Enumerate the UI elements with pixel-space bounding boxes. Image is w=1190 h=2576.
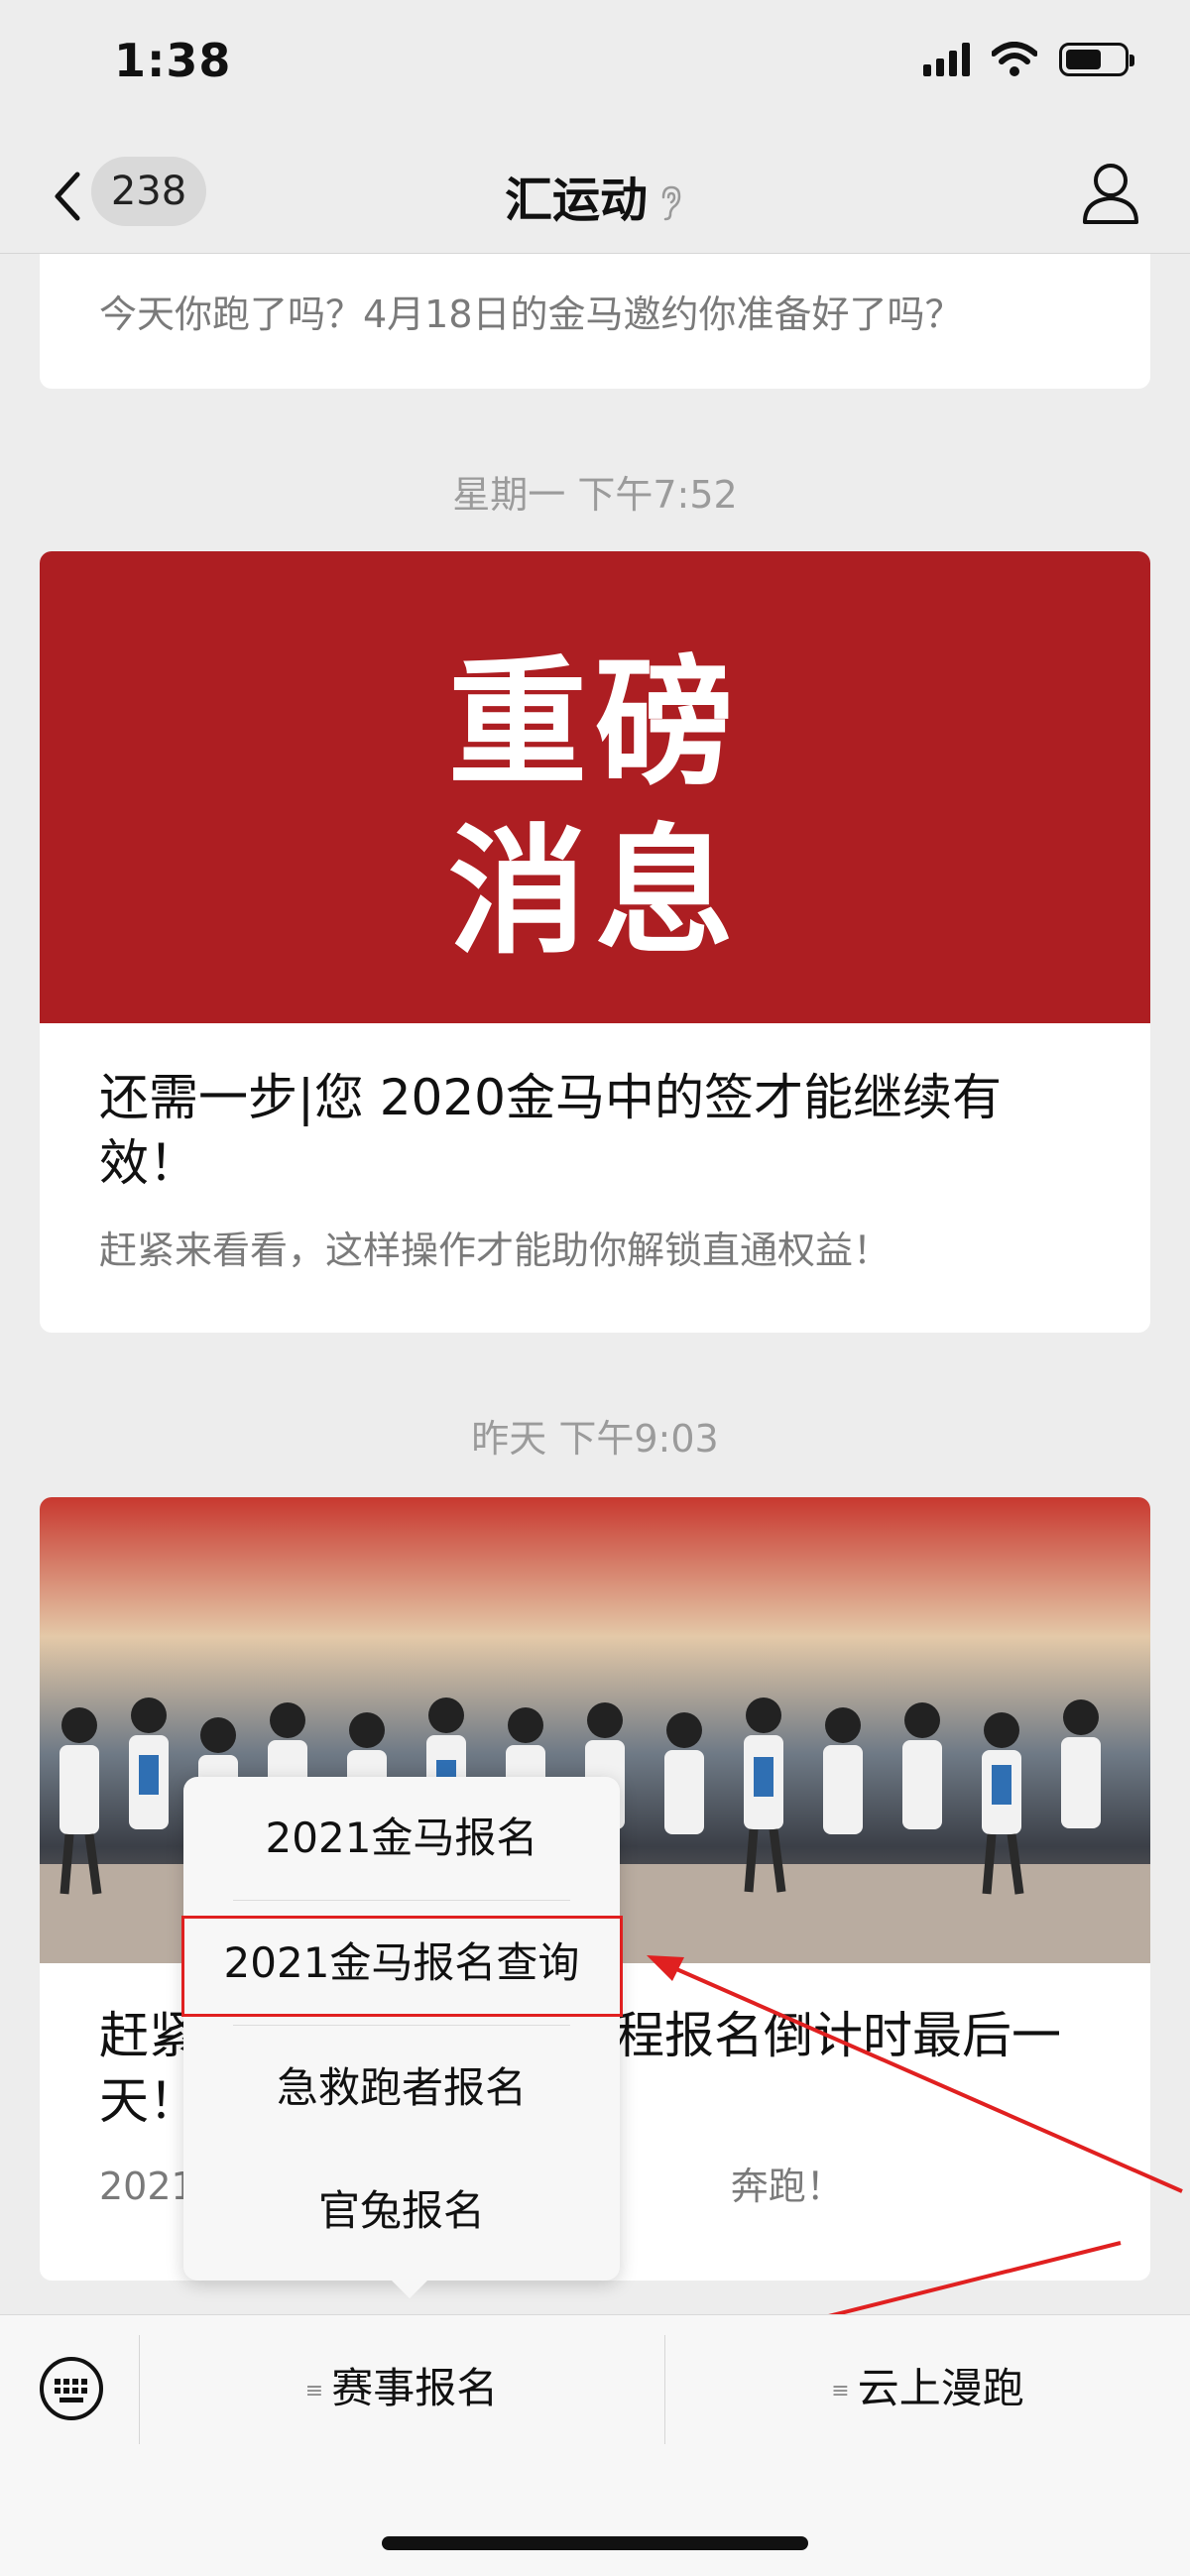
- annotation-arrows: [640, 1955, 1183, 2370]
- menu-button-label: 赛事报名: [331, 2364, 499, 2412]
- keyboard-icon[interactable]: [38, 2355, 105, 2422]
- menu-button-label: 云上漫跑: [857, 2364, 1024, 2412]
- home-indicator: [382, 2536, 808, 2550]
- submenu-lines-icon: ≡: [304, 2378, 324, 2403]
- menu-button-event-registration[interactable]: ≡ 赛事报名: [140, 2349, 663, 2428]
- submenu-lines-icon: ≡: [831, 2378, 850, 2403]
- menu-button-cloud-run[interactable]: ≡ 云上漫跑: [665, 2349, 1190, 2428]
